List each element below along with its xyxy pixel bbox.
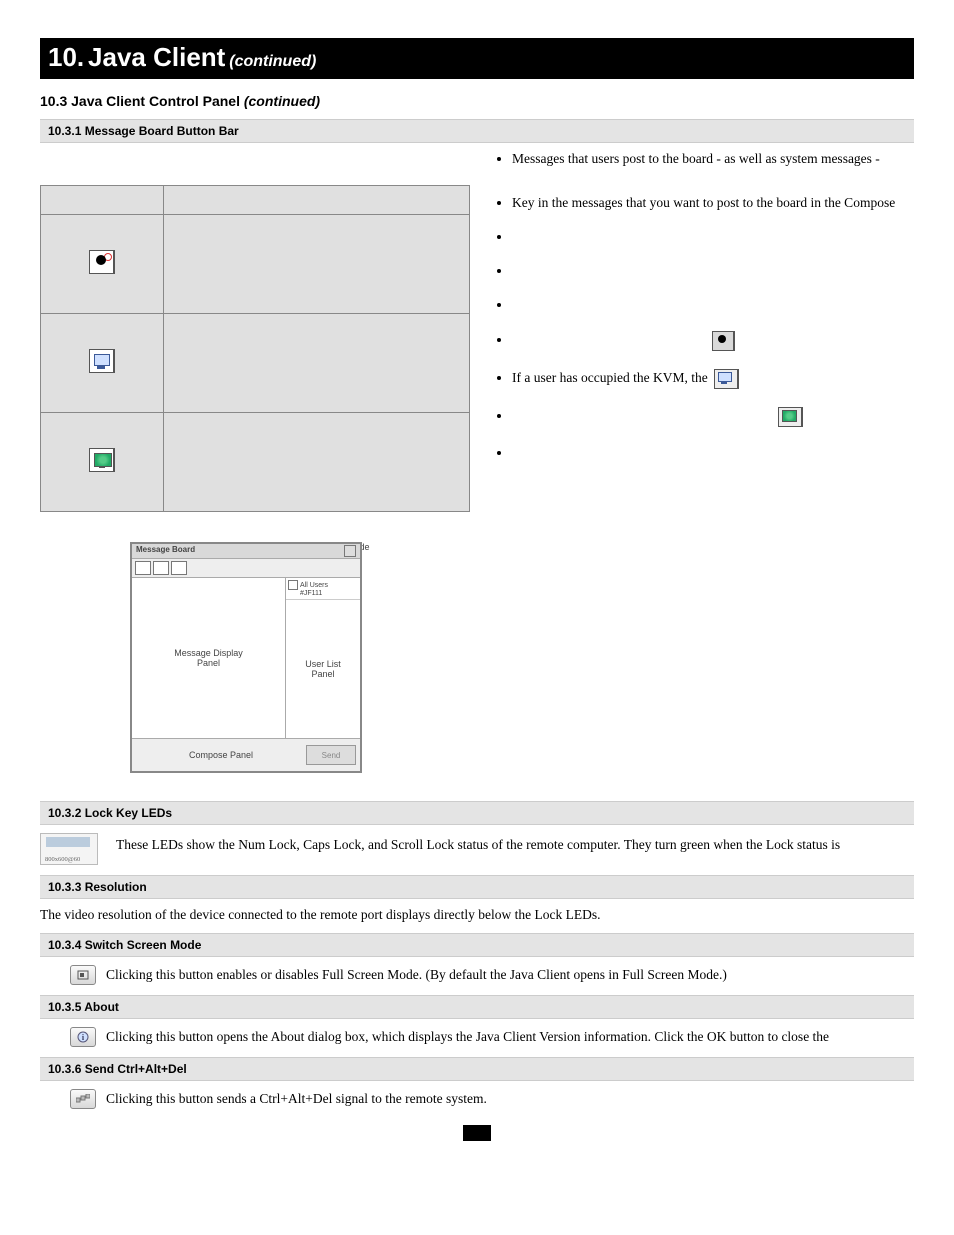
monitor-icon	[89, 448, 115, 472]
user-entry: #JF111	[288, 590, 358, 597]
checkbox-icon	[288, 580, 298, 590]
compose-panel: Compose Panel Send	[132, 738, 360, 771]
chat-disable-icon	[89, 250, 115, 274]
right-column: Messages that users post to the board - …	[494, 151, 914, 479]
send-button[interactable]: Send	[306, 745, 356, 765]
button-bar-icon-table	[40, 185, 470, 512]
ctrl-alt-del-button-icon[interactable]	[70, 1089, 96, 1109]
bullet-text: If a user has occupied the KVM, the	[512, 370, 708, 385]
page: 10. Java Client (continued) 10.3 Java Cl…	[0, 0, 954, 1186]
list-item: If a user has occupied the KVM, the	[512, 369, 914, 389]
list-item	[512, 445, 914, 461]
about-button-icon[interactable]: i	[70, 1027, 96, 1047]
list-item	[512, 263, 914, 279]
list-item	[512, 331, 914, 351]
list-item	[512, 229, 914, 245]
window-control-icon	[344, 545, 356, 557]
ctrl-alt-del-row: Clicking this button sends a Ctrl+Alt+De…	[40, 1089, 914, 1109]
table-header-row	[41, 186, 470, 215]
message-board-buttonbar	[132, 559, 360, 578]
message-board-window: Message Board Message Display Panel	[130, 542, 362, 773]
lock-leds-text: These LEDs show the Num Lock, Caps Lock,…	[116, 837, 840, 853]
subsection-heading-1031: 10.3.1 Message Board Button Bar	[40, 119, 914, 143]
user-list-panel-area: All Users #JF111 User List Panel	[286, 578, 360, 738]
message-board-body: Message Display Panel All Users #JF111	[132, 578, 360, 738]
page-number	[40, 1125, 914, 1146]
monitor-icon	[778, 407, 803, 427]
list-item: Messages that users post to the board - …	[512, 151, 914, 167]
chapter-bar: 10. Java Client (continued)	[40, 38, 914, 79]
table-row	[41, 413, 470, 512]
user-list-panel: User List Panel	[286, 600, 360, 738]
left-column: Button Bar Hide / Unhide User List Messa…	[40, 151, 470, 773]
about-row: i Clicking this button opens the About d…	[40, 1027, 914, 1047]
list-item: Key in the messages that you want to pos…	[512, 195, 914, 211]
subsection-heading-1032: 10.3.2 Lock Key LEDs	[40, 801, 914, 825]
chapter-continued: (continued)	[229, 53, 316, 70]
two-column-layout: Button Bar Hide / Unhide User List Messa…	[40, 151, 914, 773]
chapter-number: 10.	[48, 42, 84, 72]
message-display-label: Message Display Panel	[174, 648, 243, 668]
table-row	[41, 215, 470, 314]
list-item	[512, 407, 914, 427]
compose-label: Compose Panel	[136, 750, 306, 760]
lock-key-row: These LEDs show the Num Lock, Caps Lock,…	[40, 833, 914, 865]
subsection-heading-1036: 10.3.6 Send Ctrl+Alt+Del	[40, 1057, 914, 1081]
kvm-occupy-icon	[89, 349, 115, 373]
toolbar-button-icon	[135, 561, 151, 575]
bullet-list: Messages that users post to the board - …	[494, 151, 914, 461]
lock-leds-image	[40, 833, 98, 865]
kvm-occupy-icon	[714, 369, 739, 389]
switch-screen-button-icon[interactable]	[70, 965, 96, 985]
message-display-panel: Message Display Panel	[132, 578, 286, 738]
resolution-text: The video resolution of the device conne…	[40, 907, 914, 923]
toolbar-button-icon	[153, 561, 169, 575]
user-list-header: All Users #JF111	[286, 578, 360, 600]
section-continued: (continued)	[244, 93, 320, 109]
chapter-title: Java Client	[88, 42, 225, 72]
all-users-label: All Users	[300, 582, 328, 589]
subsection-heading-1035: 10.3.5 About	[40, 995, 914, 1019]
list-item	[512, 297, 914, 313]
section-number-title: 10.3 Java Client Control Panel	[40, 93, 240, 109]
switch-screen-text: Clicking this button enables or disables…	[106, 967, 727, 983]
message-board-title: Message Board	[136, 545, 195, 557]
table-row	[41, 314, 470, 413]
toolbar-button-icon	[171, 561, 187, 575]
user-list-label: User List Panel	[305, 659, 341, 679]
ctrl-alt-del-text: Clicking this button sends a Ctrl+Alt+De…	[106, 1091, 487, 1107]
subsection-heading-1034: 10.3.4 Switch Screen Mode	[40, 933, 914, 957]
switch-screen-row: Clicking this button enables or disables…	[40, 965, 914, 985]
chat-disable-icon	[712, 331, 735, 351]
subsection-heading-1033: 10.3.3 Resolution	[40, 875, 914, 899]
about-text: Clicking this button opens the About dia…	[106, 1029, 829, 1045]
message-board-diagram: Button Bar Hide / Unhide User List Messa…	[125, 542, 385, 773]
message-board-titlebar: Message Board	[132, 544, 360, 559]
section-title: 10.3 Java Client Control Panel (continue…	[40, 93, 914, 109]
